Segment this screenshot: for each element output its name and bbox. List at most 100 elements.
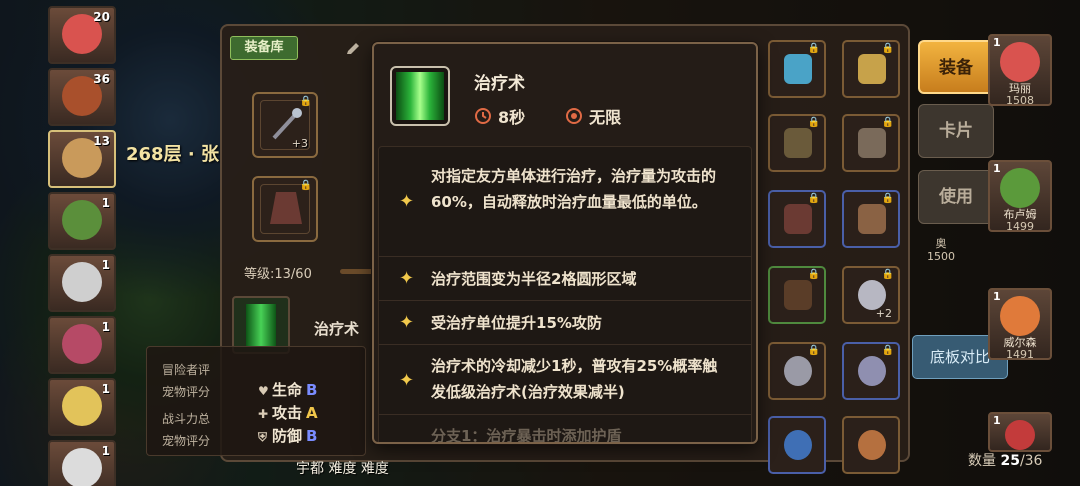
hero-power: 1500 xyxy=(927,250,955,263)
robe-icon xyxy=(270,192,302,224)
ring-icon xyxy=(858,356,886,386)
edit-icon[interactable] xyxy=(344,40,362,58)
floor-label: 268层 · 张 xyxy=(126,144,219,165)
shield-icon: ⛨ xyxy=(258,430,268,444)
card-button[interactable]: 卡片 xyxy=(918,104,994,158)
equipment-level: 等级:13/60 xyxy=(244,267,312,282)
stats-text: 宠物评分 xyxy=(162,434,211,448)
ring-icon xyxy=(858,280,886,310)
hero-level: 13 xyxy=(93,134,110,148)
hero-level: 1 xyxy=(993,290,1001,303)
hero-portrait xyxy=(62,324,102,364)
lock-icon: 🔒 xyxy=(881,43,894,54)
hero-power: 1499 xyxy=(1006,220,1034,233)
skill-effect-text: 分支1：治疗暴击时添加护盾 xyxy=(431,427,622,444)
hero-card[interactable]: 13 xyxy=(48,130,116,188)
ring-icon xyxy=(858,430,886,460)
inventory-item[interactable]: 🔒 xyxy=(768,266,826,324)
attack-rating: ✚ 攻击 A xyxy=(258,404,318,422)
hero-portrait xyxy=(62,386,102,426)
lock-icon: 🔒 xyxy=(807,269,820,280)
armor-icon xyxy=(784,280,812,310)
inventory-item[interactable] xyxy=(768,416,826,474)
lock-icon: 🔒 xyxy=(881,193,894,204)
hero-card[interactable]: 20 xyxy=(48,6,116,64)
hero-card[interactable]: 1 布卢姆 1499 xyxy=(988,160,1052,233)
inventory-item[interactable]: 🔒 xyxy=(842,190,900,248)
staff-icon xyxy=(784,54,812,84)
hero-card[interactable]: 1 xyxy=(48,378,116,436)
hero-level: 1 xyxy=(101,258,110,272)
inventory-item[interactable]: 🔒 xyxy=(768,190,826,248)
hero-level: 1 xyxy=(993,36,1001,49)
inventory-item[interactable]: 🔒 xyxy=(842,114,900,172)
lock-icon: 🔒 xyxy=(881,269,894,280)
enhance-level: +3 xyxy=(291,137,308,150)
use-button[interactable]: 使用 xyxy=(918,170,994,224)
skill-effect-row: ✦ 对指定友方单体进行治疗，治疗量为攻击的60%，自动释放时治疗血量最低的单位。 xyxy=(379,147,751,257)
inventory-item[interactable]: 🔒 xyxy=(768,342,826,400)
star-icon: ✦ xyxy=(399,312,415,333)
weapon-slot[interactable]: 🔒 +3 xyxy=(252,92,318,158)
ring-icon xyxy=(784,356,812,386)
hero-portrait xyxy=(1000,42,1040,82)
hero-level: 1 xyxy=(993,162,1001,175)
cooldown-value: 8秒 xyxy=(498,108,526,127)
enhance-level: +2 xyxy=(875,307,892,320)
armor-icon xyxy=(858,128,886,158)
skill-effect-row: ✦ 治疗术的冷却减少1秒，普攻有25%概率触发低级治疗术(治疗效果减半) xyxy=(379,345,751,415)
armor-slot[interactable]: 🔒 xyxy=(252,176,318,242)
clock-icon xyxy=(475,108,491,124)
hero-card[interactable]: 1 xyxy=(48,316,116,374)
hero-card[interactable]: 1 xyxy=(48,254,116,312)
skill-name: 治疗术 xyxy=(314,320,360,338)
inventory-item[interactable] xyxy=(842,416,900,474)
range-value: 无限 xyxy=(589,108,622,127)
inventory-item[interactable]: 🔒 xyxy=(768,40,826,98)
hero-card[interactable]: 1 xyxy=(48,192,116,250)
hero-portrait xyxy=(1000,296,1040,336)
hero-portrait xyxy=(62,200,102,240)
skill-effect-text: 受治疗单位提升15%攻防 xyxy=(431,314,602,332)
hero-power: 1508 xyxy=(1006,94,1034,107)
skill-effect-row: ✦ 受治疗单位提升15%攻防 xyxy=(379,301,751,345)
star-icon: ✦ xyxy=(399,191,415,212)
hero-portrait xyxy=(1000,168,1040,208)
hero-name: 奥 xyxy=(935,237,947,250)
hero-level: 36 xyxy=(93,72,110,86)
skill-effect-text: 治疗范围变为半径2格圆形区域 xyxy=(431,270,637,288)
lock-icon: 🔒 xyxy=(807,345,820,356)
hero-level: 1 xyxy=(993,414,1001,427)
inventory-item[interactable]: 🔒 +2 xyxy=(842,266,900,324)
armor-icon xyxy=(784,128,812,158)
hero-level: 1 xyxy=(101,320,110,334)
hero-card[interactable]: 1 xyxy=(48,440,116,486)
inventory-item[interactable]: 🔒 xyxy=(842,342,900,400)
tooltip-meta: 8秒 无限 xyxy=(474,104,621,128)
lock-icon: 🔒 xyxy=(807,43,820,54)
inventory-item[interactable]: 🔒 xyxy=(842,40,900,98)
hero-card[interactable]: 1 威尔森 1491 xyxy=(988,288,1052,361)
stats-text: 战斗力总 xyxy=(162,412,211,426)
hero-card[interactable]: 1 玛丽 1508 xyxy=(988,34,1052,107)
hero-list: 20 36 13 1 1 1 1 1 xyxy=(48,0,118,486)
hero-portrait xyxy=(62,262,102,302)
hero-level: 1 xyxy=(101,382,110,396)
star-icon: ✦ xyxy=(399,370,415,391)
skill-effect-text: 治疗术的冷却减少1秒，普攻有25%概率触发低级治疗术(治疗效果减半) xyxy=(431,357,718,401)
lock-icon: 🔒 xyxy=(881,117,894,128)
hero-card[interactable]: 1 xyxy=(988,412,1052,452)
inventory-item[interactable]: 🔒 xyxy=(768,114,826,172)
equipment-library-tab[interactable]: 装备库 xyxy=(230,36,298,60)
ring-icon xyxy=(784,430,812,460)
skill-effect-text: 对指定友方单体进行治疗，治疗量为攻击的60%，自动释放时治疗血量最低的单位。 xyxy=(431,167,717,211)
hero-level: 1 xyxy=(101,444,110,458)
hero-card[interactable]: 36 xyxy=(48,68,116,126)
healing-skill-icon xyxy=(390,66,450,126)
equip-button[interactable]: 装备 xyxy=(918,40,994,94)
hero-power: 1491 xyxy=(1006,348,1034,361)
skill-effect-row: ✦ 治疗范围变为半径2格圆形区域 xyxy=(379,257,751,301)
inventory-count: 数量 25/36 xyxy=(968,453,1043,469)
hero-portrait xyxy=(62,448,102,486)
defense-rating: ⛨ 防御 B xyxy=(258,427,318,445)
